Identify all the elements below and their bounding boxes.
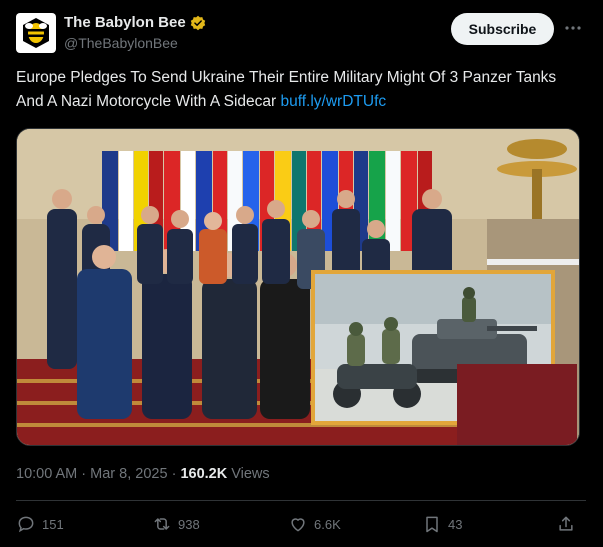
like-count: 6.6K <box>314 516 341 532</box>
bookmark-button[interactable]: 43 <box>422 506 462 542</box>
divider <box>16 500 586 501</box>
reply-count: 151 <box>42 516 64 532</box>
handle[interactable]: @TheBabylonBee <box>64 35 178 51</box>
separator: · <box>77 466 91 482</box>
tweet-date[interactable]: Mar 8, 2025 <box>90 466 167 482</box>
more-options-button[interactable] <box>562 16 584 40</box>
bookmark-icon <box>426 516 438 533</box>
bookmark-count: 43 <box>448 516 463 532</box>
views-label: Views <box>227 466 270 482</box>
display-name-row[interactable]: The Babylon Bee <box>64 14 206 31</box>
repost-button[interactable]: 938 <box>152 506 200 542</box>
heart-icon <box>291 518 305 532</box>
verified-badge-icon <box>190 15 205 30</box>
tweet-text: Europe Pledges To Send Ukraine Their Ent… <box>16 66 586 114</box>
avatar[interactable] <box>16 13 56 53</box>
reply-button[interactable]: 151 <box>16 506 64 542</box>
reply-icon <box>18 516 34 533</box>
share-icon <box>559 516 573 531</box>
repost-count: 938 <box>178 516 200 532</box>
photo-illustration <box>17 129 579 445</box>
ellipsis-icon <box>565 26 581 30</box>
display-name[interactable]: The Babylon Bee <box>64 14 186 31</box>
tweet-image[interactable] <box>16 128 580 446</box>
action-bar: 151 938 6.6K 43 <box>16 506 586 542</box>
views-count: 160.2K <box>180 466 228 482</box>
tweet-link[interactable]: buff.ly/wrDTUfc <box>280 93 386 110</box>
babylon-bee-logo <box>23 18 49 48</box>
repost-icon <box>154 518 170 530</box>
tweet-meta: 10:00 AM · Mar 8, 2025 · 160.2K Views <box>16 466 270 482</box>
tweet-time[interactable]: 10:00 AM <box>16 466 77 482</box>
share-button[interactable] <box>556 506 576 542</box>
subscribe-button[interactable]: Subscribe <box>451 13 554 45</box>
separator: · <box>167 466 181 482</box>
like-button[interactable]: 6.6K <box>288 506 341 542</box>
